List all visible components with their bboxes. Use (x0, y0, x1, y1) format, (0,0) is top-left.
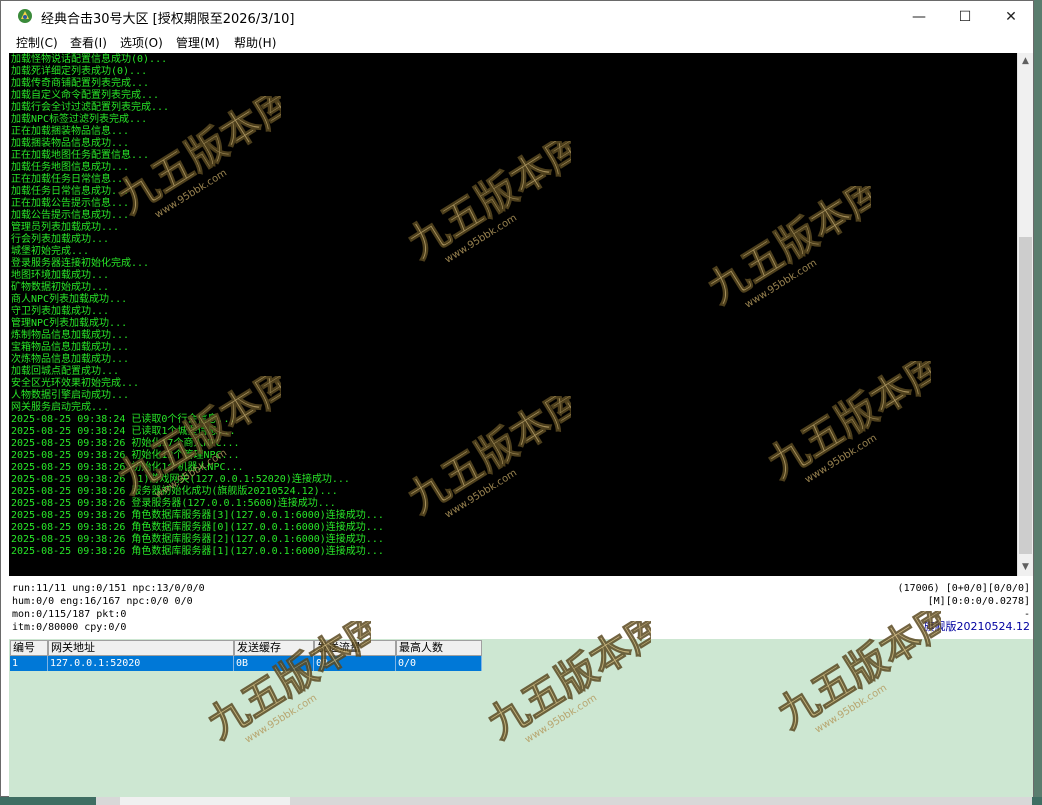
log-line: 矿物数据初始成功... (11, 282, 110, 293)
log-line: 正在加载捆装物品信息... (11, 126, 130, 137)
log-line: 加载行会全讨过滤配置列表完成... (11, 102, 170, 113)
log-line: 2025-08-25 09:38:26 初始化17个商人NPC... (11, 438, 240, 449)
log-line: 登录服务器连接初始化完成... (11, 258, 150, 269)
log-line: 2025-08-25 09:38:26 服务器初始化成功(旗舰版20210524… (11, 486, 338, 497)
log-line: 2025-08-25 09:38:26 角色数据库服务器[2](127.0.0.… (11, 534, 384, 545)
log-line: 2025-08-25 09:38:26 角色数据库服务器[1](127.0.0.… (11, 546, 384, 557)
menu-bar: 控制(C) 查看(I) 选项(O) 管理(M) 帮助(H) (1, 32, 1033, 52)
cell-send-traffic: 0B (314, 656, 396, 671)
scroll-up-icon[interactable]: ▲ (1018, 53, 1033, 70)
cell-id: 1 (10, 656, 48, 671)
close-button[interactable]: ✕ (988, 1, 1034, 32)
log-line: 加载死详细定列表成功(0)... (11, 66, 148, 77)
log-line: 加载捆装物品信息成功... (11, 138, 130, 149)
log-line: 2025-08-25 09:38:24 已读取1个城堡信息... (11, 426, 236, 437)
log-line: 管理员列表加载成功... (11, 222, 120, 233)
close-icon: ✕ (1005, 8, 1017, 25)
status-itm: itm:0/80000 cpy:0/0 (12, 622, 127, 633)
cell-send-buffer: 0B (234, 656, 314, 671)
cell-max-players: 0/0 (396, 656, 482, 671)
log-line: 地图环境加载成功... (11, 270, 110, 281)
log-line: 2025-08-25 09:38:26 初始化1个机器人NPC... (11, 462, 244, 473)
minimize-button[interactable]: — (896, 1, 942, 32)
gateway-grid[interactable]: 编号 网关地址 发送缓存 发送流量 最高人数 1 127.0.0.1:52020… (9, 639, 1033, 797)
maximize-button[interactable]: ☐ (942, 1, 988, 32)
cell-gateway-address: 127.0.0.1:52020 (48, 656, 234, 671)
menu-control[interactable]: 控制(C) (16, 34, 58, 51)
menu-help[interactable]: 帮助(H) (234, 34, 276, 51)
status-mon: mon:0/115/187 pkt:0 (12, 609, 127, 620)
status-memory: [M][0:0:0/0.0278] (927, 596, 1030, 607)
status-panel: run:11/11 ung:0/151 npc:13/0/0/0 hum:0/0… (9, 578, 1033, 638)
menu-manage[interactable]: 管理(M) (176, 34, 220, 51)
minimize-icon: — (912, 8, 926, 25)
col-id[interactable]: 编号 (10, 640, 48, 656)
col-send-buffer[interactable]: 发送缓存 (234, 640, 314, 656)
log-line: 宝箱物品信息加载成功... (11, 342, 130, 353)
log-line: 加载任务日常信息成功... (11, 186, 130, 197)
status-hum: hum:0/0 eng:16/167 npc:0/0 0/0 (12, 596, 193, 607)
log-line: 商人NPC列表加载成功... (11, 294, 128, 305)
taskbar-item (120, 797, 290, 805)
log-line: 加载公告提示信息成功... (11, 210, 130, 221)
log-line: 人物数据引擎启动成功... (11, 390, 130, 401)
log-line: 守卫列表加载成功... (11, 306, 110, 317)
status-connections: (17006) [0+0/0][0/0/0] (897, 583, 1030, 594)
log-line: 2025-08-25 09:38:26 (1)游戏网关(127.0.0.1:52… (11, 474, 350, 485)
log-line: 加载自定义命令配置列表完成... (11, 90, 160, 101)
log-line: 次炼物品信息加载成功... (11, 354, 130, 365)
log-line: 2025-08-25 09:38:26 登录服务器(127.0.0.1:5600… (11, 498, 336, 509)
log-scrollbar[interactable]: ▲ ▼ (1017, 53, 1033, 576)
log-line: 加载任务地图信息成功... (11, 162, 130, 173)
status-run: run:11/11 ung:0/151 npc:13/0/0/0 (12, 583, 205, 594)
log-line: 加载怪物说话配置信息成功(0)... (11, 54, 168, 65)
log-line: 炼制物品信息加载成功... (11, 330, 130, 341)
scroll-thumb[interactable] (1019, 237, 1032, 554)
log-console[interactable]: 加载怪物说话配置信息成功(0)... 加载死详细定列表成功(0)... 加载传奇商铺… (9, 53, 1017, 576)
log-line: 城堡初始完成... (11, 246, 90, 257)
status-edition: 旗舰版20210524.12 (923, 620, 1030, 633)
col-send-traffic[interactable]: 发送流量 (314, 640, 396, 656)
window-title: 经典合击30号大区 [授权期限至2026/3/10] (41, 12, 295, 27)
menu-options[interactable]: 选项(O) (120, 34, 163, 51)
log-line: 正在加载任务日常信息... (11, 174, 130, 185)
log-line: 2025-08-25 09:38:24 已读取0个行会信息... (11, 414, 236, 425)
maximize-icon: ☐ (958, 8, 972, 25)
log-line: 行会列表加载成功... (11, 234, 110, 245)
app-window: 经典合击30号大区 [授权期限至2026/3/10] — ☐ ✕ 控制(C) 查… (0, 0, 1034, 797)
log-line: 加载NPC标签过滤列表完成... (11, 114, 148, 125)
log-line: 网关服务启动完成... (11, 402, 110, 413)
log-line: 安全区光环效果初始完成... (11, 378, 140, 389)
log-line: 管理NPC列表加载成功... (11, 318, 128, 329)
log-line: 正在加载公告提示信息... (11, 198, 130, 209)
menu-view[interactable]: 查看(I) (70, 34, 107, 51)
log-line: 2025-08-25 09:38:26 角色数据库服务器[3](127.0.0.… (11, 510, 384, 521)
title-bar[interactable]: 经典合击30号大区 [授权期限至2026/3/10] — ☐ ✕ (1, 1, 1033, 32)
log-line: 2025-08-25 09:38:26 角色数据库服务器[0](127.0.0.… (11, 522, 384, 533)
log-line: 加载传奇商铺配置列表完成... (11, 78, 150, 89)
col-max-players[interactable]: 最高人数 (396, 640, 482, 656)
log-line: 加载回城点配置成功... (11, 366, 120, 377)
scroll-down-icon[interactable]: ▼ (1018, 559, 1033, 576)
log-line: 正在加载地图任务配置信息... (11, 150, 150, 161)
log-line: 2025-08-25 09:38:26 初始化12个管理NPC... (11, 450, 240, 461)
app-icon (18, 9, 32, 23)
col-gateway-address[interactable]: 网关地址 (48, 640, 234, 656)
